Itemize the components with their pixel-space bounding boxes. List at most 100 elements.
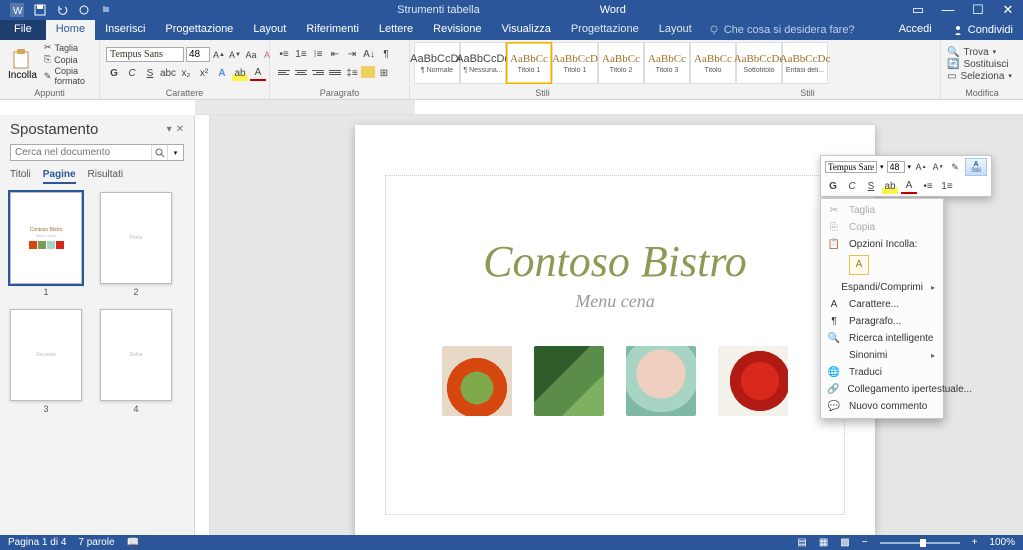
replace-button[interactable]: 🔄Sostituisci <box>947 59 1012 70</box>
align-right-button[interactable] <box>310 66 326 80</box>
ruler-vertical[interactable] <box>195 115 210 535</box>
food-image-2[interactable] <box>534 346 604 416</box>
mini-bold[interactable]: G <box>825 178 841 194</box>
style-item[interactable]: AaBbCcDTitolo 1 <box>552 42 598 84</box>
underline-button[interactable]: S <box>142 65 158 81</box>
sort-button[interactable]: A↓ <box>361 47 377 63</box>
style-item[interactable]: AaBbCcDcEnfasi deli... <box>782 42 828 84</box>
strikethrough-button[interactable]: abc <box>160 65 176 81</box>
menu-copy[interactable]: ⎘Copia <box>821 219 943 236</box>
font-name-combo[interactable] <box>106 47 184 62</box>
shrink-font-button[interactable]: A▼ <box>228 48 242 62</box>
minimize-icon[interactable]: — <box>933 2 963 18</box>
page[interactable]: Contoso Bistro Menu cena <box>355 125 875 535</box>
font-color-button[interactable]: A <box>250 65 266 81</box>
mini-highlight[interactable]: ab <box>882 178 898 194</box>
bold-button[interactable]: G <box>106 65 122 81</box>
style-item[interactable]: AaBbCcTitolo 1 <box>506 42 552 84</box>
mini-grow-font[interactable]: A▲ <box>914 160 928 174</box>
sign-in-link[interactable]: Accedi <box>889 20 942 40</box>
view-web-icon[interactable]: ▩ <box>840 537 849 548</box>
superscript-button[interactable]: x² <box>196 65 212 81</box>
food-image-3[interactable] <box>626 346 696 416</box>
touch-mode-icon[interactable] <box>100 4 112 16</box>
show-marks-button[interactable]: ¶ <box>378 47 394 63</box>
save-icon[interactable] <box>34 4 46 16</box>
justify-button[interactable] <box>327 66 343 80</box>
status-page[interactable]: Pagina 1 di 4 <box>8 537 66 548</box>
view-print-icon[interactable]: ▦ <box>819 537 828 548</box>
food-image-4[interactable] <box>718 346 788 416</box>
zoom-level[interactable]: 100% <box>989 537 1015 548</box>
zoom-in-icon[interactable]: + <box>972 537 978 548</box>
close-icon[interactable]: ✕ <box>993 2 1023 18</box>
navpane-dropdown-icon[interactable]: ▾ <box>167 124 172 135</box>
borders-button[interactable]: ⊞ <box>376 66 392 82</box>
tab-view[interactable]: Visualizza <box>491 20 560 40</box>
tab-table-layout[interactable]: Layout <box>649 20 702 40</box>
mini-font-color[interactable]: A <box>901 178 917 194</box>
view-read-icon[interactable]: ▤ <box>797 537 806 548</box>
mini-format-painter[interactable]: ✎ <box>948 160 962 174</box>
maximize-icon[interactable]: ☐ <box>963 2 993 18</box>
document-title[interactable]: Contoso Bistro <box>386 236 844 287</box>
change-case-button[interactable]: Aa <box>244 48 258 62</box>
menu-paragraph[interactable]: ¶Paragrafo... <box>821 313 943 330</box>
ruler-horizontal[interactable] <box>195 100 1023 115</box>
nav-tab-pages[interactable]: Pagine <box>43 169 76 184</box>
redo-icon[interactable] <box>78 4 90 16</box>
multilevel-button[interactable]: ⁝≡ <box>310 47 326 63</box>
align-left-button[interactable] <box>276 66 292 80</box>
style-item[interactable]: AaBbCcDcSottotitolo <box>736 42 782 84</box>
menu-new-comment[interactable]: 💬Nuovo commento <box>821 398 943 415</box>
menu-expand-collapse[interactable]: Espandi/Comprimi▸ <box>821 279 943 296</box>
menu-smart-lookup[interactable]: 🔍Ricerca intelligente <box>821 330 943 347</box>
mini-font-name[interactable] <box>825 161 877 173</box>
style-item[interactable]: AaBbCcDc¶ Nessuna... <box>460 42 506 84</box>
tab-insert[interactable]: Inserisci <box>95 20 155 40</box>
nav-search-input[interactable] <box>11 145 151 160</box>
font-size-combo[interactable] <box>186 47 210 62</box>
nav-tab-results[interactable]: Risultati <box>88 169 124 184</box>
mini-styles-button[interactable]: AStili <box>965 158 987 176</box>
tab-home[interactable]: Home <box>46 20 95 40</box>
mini-numbering[interactable]: 1≡ <box>939 178 955 194</box>
style-item[interactable]: AaBbCcTitolo <box>690 42 736 84</box>
format-painter-button[interactable]: ✎Copia formato <box>44 66 95 86</box>
highlight-button[interactable]: ab <box>232 65 248 81</box>
status-spellcheck-icon[interactable]: 📖 <box>127 537 139 548</box>
status-word-count[interactable]: 7 parole <box>78 537 114 548</box>
paste-keep-text-button[interactable]: A <box>849 255 869 275</box>
tab-references[interactable]: Riferimenti <box>296 20 369 40</box>
decrease-indent-button[interactable]: ⇤ <box>327 47 343 63</box>
menu-hyperlink[interactable]: 🔗Collegamento ipertestuale... <box>821 381 943 398</box>
undo-icon[interactable] <box>56 4 68 16</box>
thumbnail-page-2[interactable]: Primo <box>100 192 172 284</box>
shading-button[interactable] <box>361 66 375 78</box>
tell-me-search[interactable]: Che cosa si desidera fare? <box>702 20 889 40</box>
ribbon-display-icon[interactable]: ▭ <box>903 2 933 18</box>
menu-synonyms[interactable]: Sinonimi▸ <box>821 347 943 364</box>
text-effects-button[interactable]: A <box>214 65 230 81</box>
share-button[interactable]: Condividi <box>942 20 1023 40</box>
style-item[interactable]: AaBbCcDc¶ Normale <box>414 42 460 84</box>
mini-italic[interactable]: C <box>844 178 860 194</box>
tab-file[interactable]: File <box>0 20 46 40</box>
document-subtitle[interactable]: Menu cena <box>386 291 844 312</box>
tab-review[interactable]: Revisione <box>423 20 491 40</box>
subscript-button[interactable]: x₂ <box>178 65 194 81</box>
italic-button[interactable]: C <box>124 65 140 81</box>
zoom-slider[interactable] <box>880 542 960 544</box>
thumbnail-page-4[interactable]: Dolce <box>100 309 172 401</box>
mini-font-size[interactable] <box>887 161 905 173</box>
navpane-close-icon[interactable]: ✕ <box>176 124 184 135</box>
tab-mailings[interactable]: Lettere <box>369 20 423 40</box>
line-spacing-button[interactable]: ‡≡ <box>344 66 360 82</box>
tab-design[interactable]: Progettazione <box>155 20 243 40</box>
mini-shrink-font[interactable]: A▼ <box>931 160 945 174</box>
thumbnail-page-3[interactable]: Secondo <box>10 309 82 401</box>
cut-button[interactable]: ✂Taglia <box>44 42 95 53</box>
style-item[interactable]: AaBbCcTitolo 3 <box>644 42 690 84</box>
mini-bullets[interactable]: •≡ <box>920 178 936 194</box>
nav-tab-headings[interactable]: Titoli <box>10 169 31 184</box>
